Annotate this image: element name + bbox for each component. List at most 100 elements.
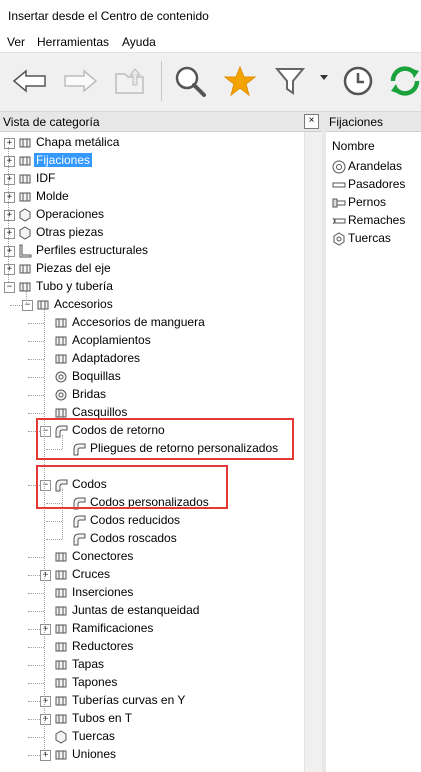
menu-herramientas[interactable]: Herramientas [37, 35, 109, 49]
tree-item[interactable]: + Uniones [0, 746, 304, 764]
tree-item-label: Tubos en T [72, 711, 133, 725]
expand-icon[interactable]: + [4, 174, 15, 185]
tree-item[interactable]: + Fijaciones [0, 152, 304, 170]
expand-icon[interactable]: + [40, 696, 51, 707]
tree-item[interactable]: Accesorios de manguera [0, 314, 304, 332]
tree-item[interactable]: + Molde [0, 188, 304, 206]
expand-icon[interactable]: + [4, 156, 15, 167]
tree-item[interactable]: + IDF [0, 170, 304, 188]
content-item-label: Arandelas [348, 159, 403, 173]
tree-item-label: Otras piezas [36, 225, 104, 239]
highlight-box-codos-de-retorno [36, 418, 294, 460]
content-panel-title: Fijaciones [329, 115, 384, 129]
content-item-label: Pasadores [348, 177, 406, 191]
tree-item[interactable]: + Otras piezas [0, 224, 304, 242]
category-icon [36, 298, 50, 312]
tree-item[interactable]: Juntas de estanqueidad [0, 602, 304, 620]
expand-icon[interactable]: + [4, 246, 15, 257]
tree-guide [28, 737, 44, 738]
column-header-nombre[interactable]: Nombre [332, 139, 375, 153]
category-icon [54, 388, 68, 402]
tree-item[interactable]: Tapones [0, 674, 304, 692]
pin-icon [332, 178, 346, 192]
category-icon [54, 352, 68, 366]
close-icon[interactable]: × [304, 114, 319, 129]
expand-icon[interactable]: + [4, 192, 15, 203]
tree-item-label: Casquillos [72, 405, 128, 419]
tree-guide [10, 305, 22, 306]
expand-icon[interactable]: + [4, 210, 15, 221]
expand-icon[interactable]: + [4, 264, 15, 275]
tree-item-label: Reductores [72, 639, 134, 653]
tree-item[interactable]: + Tuberías curvas en Y [0, 692, 304, 710]
tree-item[interactable]: + Cruces [0, 566, 304, 584]
tree-item-label: Perfiles estructurales [36, 243, 149, 257]
tree-item[interactable]: Inserciones [0, 584, 304, 602]
category-icon [18, 208, 32, 222]
menu-ayuda[interactable]: Ayuda [122, 35, 156, 49]
expand-icon[interactable]: + [4, 138, 15, 149]
tree-item[interactable]: Codos reducidos [0, 512, 304, 530]
favorites-button[interactable] [220, 61, 260, 101]
tree-item[interactable]: Conectores [0, 548, 304, 566]
tree-item[interactable]: Tapas [0, 656, 304, 674]
forward-button[interactable] [60, 61, 100, 101]
collapse-icon[interactable]: − [22, 300, 33, 311]
clock-icon [343, 66, 373, 96]
expand-icon[interactable]: + [40, 714, 51, 725]
tree-scrollbar[interactable] [304, 132, 322, 772]
window-title: Insertar desde el Centro de contenido [8, 9, 209, 23]
category-icon [18, 190, 32, 204]
content-panel: Fijaciones Nombre Arandelas Pasadores Pern… [326, 112, 421, 772]
tree-item[interactable]: − Tubo y tubería [0, 278, 304, 296]
category-icon [54, 712, 68, 726]
tree-item[interactable]: Bridas [0, 386, 304, 404]
tree-item[interactable]: − Accesorios [0, 296, 304, 314]
tree-item[interactable]: Adaptadores [0, 350, 304, 368]
search-button[interactable] [170, 61, 210, 101]
star-icon [224, 65, 256, 97]
category-icon [54, 694, 68, 708]
tree-item-label: Codos roscados [90, 531, 177, 545]
expand-icon[interactable]: + [40, 624, 51, 635]
rivet-icon [332, 214, 346, 228]
tree-item[interactable]: + Tubos en T [0, 710, 304, 728]
nut-icon [332, 232, 346, 246]
tree-item[interactable]: Boquillas [0, 368, 304, 386]
tree-item-label: Bridas [72, 387, 107, 401]
menu-ver[interactable]: Ver [7, 35, 25, 49]
history-button[interactable] [338, 61, 378, 101]
tree-item[interactable]: Codos roscados [0, 530, 304, 548]
category-icon [54, 568, 68, 582]
tree-item[interactable]: + Ramificaciones [0, 620, 304, 638]
expand-icon[interactable]: + [4, 228, 15, 239]
refresh-button[interactable] [385, 61, 421, 101]
tree-item[interactable]: + Operaciones [0, 206, 304, 224]
chevron-down-icon[interactable] [320, 75, 328, 80]
title-bar: Insertar desde el Centro de contenido [0, 0, 421, 32]
toolbar [0, 52, 421, 112]
back-button[interactable] [10, 61, 50, 101]
expand-icon[interactable]: + [40, 750, 51, 761]
tree-guide [28, 593, 44, 594]
filter-button[interactable] [270, 61, 310, 101]
tree-item-label: Molde [36, 189, 69, 203]
tree-item[interactable]: Acoplamientos [0, 332, 304, 350]
tree-item-label: Tuercas [72, 729, 115, 743]
category-icon [54, 604, 68, 618]
tree-item[interactable]: Tuercas [0, 728, 304, 746]
tree-item[interactable]: + Chapa metálica [0, 134, 304, 152]
collapse-icon[interactable]: − [4, 282, 15, 293]
up-level-button[interactable] [110, 61, 150, 101]
tree-guide [28, 683, 44, 684]
tree-item-label: Tuberías curvas en Y [72, 693, 186, 707]
tree-item[interactable]: Reductores [0, 638, 304, 656]
category-icon [54, 676, 68, 690]
tree-guide [28, 647, 44, 648]
tree-item[interactable]: + Piezas del eje [0, 260, 304, 278]
tree-item[interactable]: + Perfiles estructurales [0, 242, 304, 260]
category-panel-header: Vista de categoría × [0, 112, 322, 132]
tree-item-label: Accesorios de manguera [72, 315, 205, 329]
tree-guide [28, 575, 40, 576]
expand-icon[interactable]: + [40, 570, 51, 581]
